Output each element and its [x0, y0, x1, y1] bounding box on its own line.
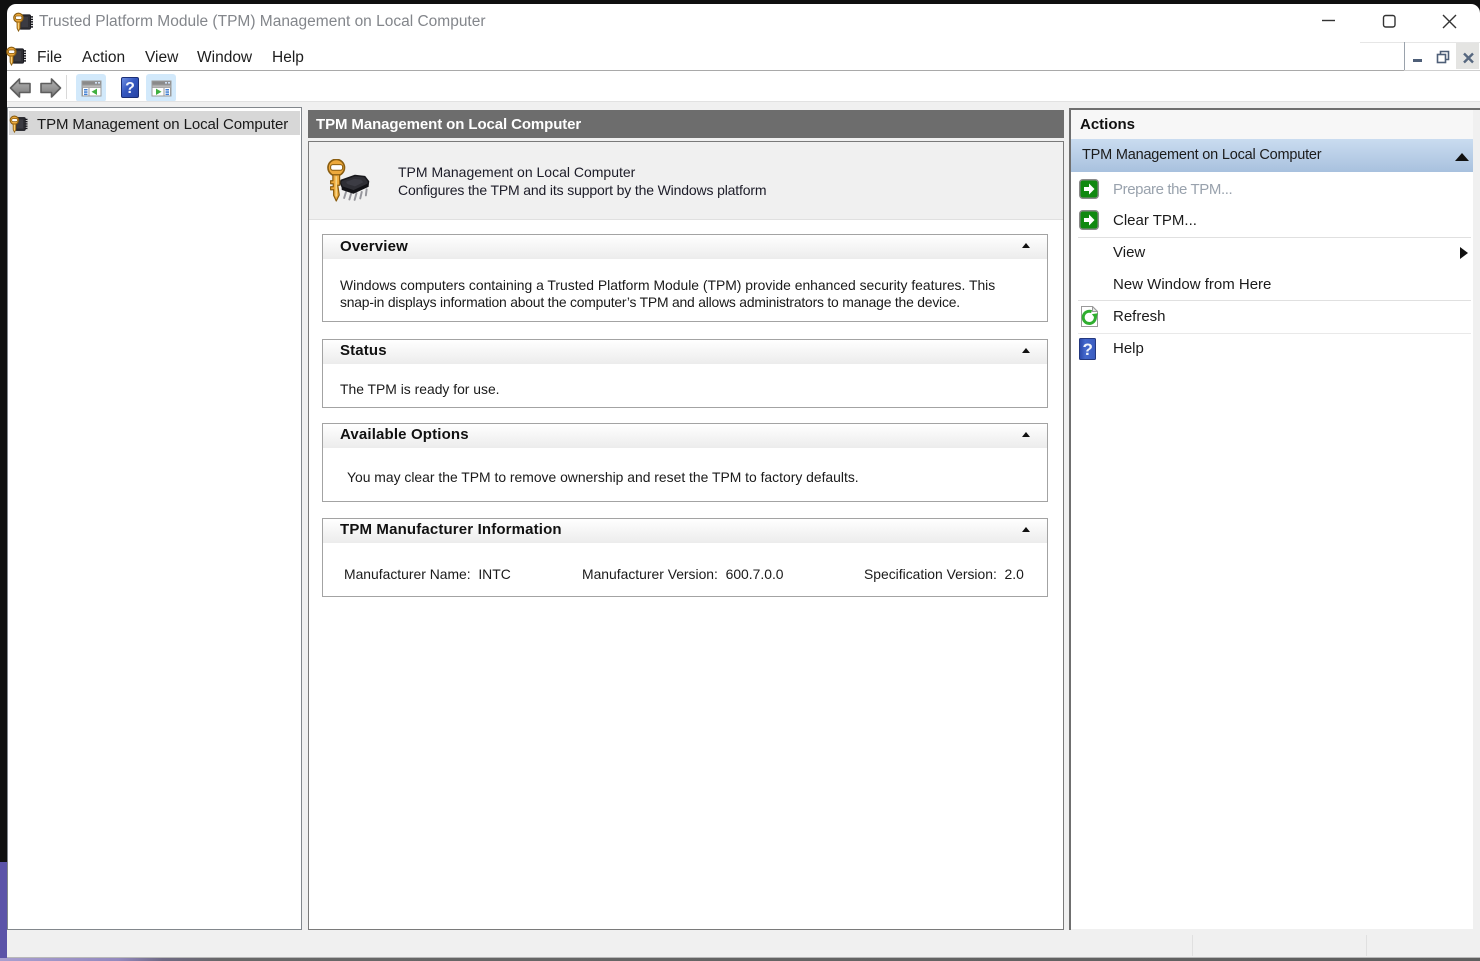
svg-text:?: ? — [125, 80, 135, 97]
svg-text:?: ? — [1083, 340, 1093, 359]
